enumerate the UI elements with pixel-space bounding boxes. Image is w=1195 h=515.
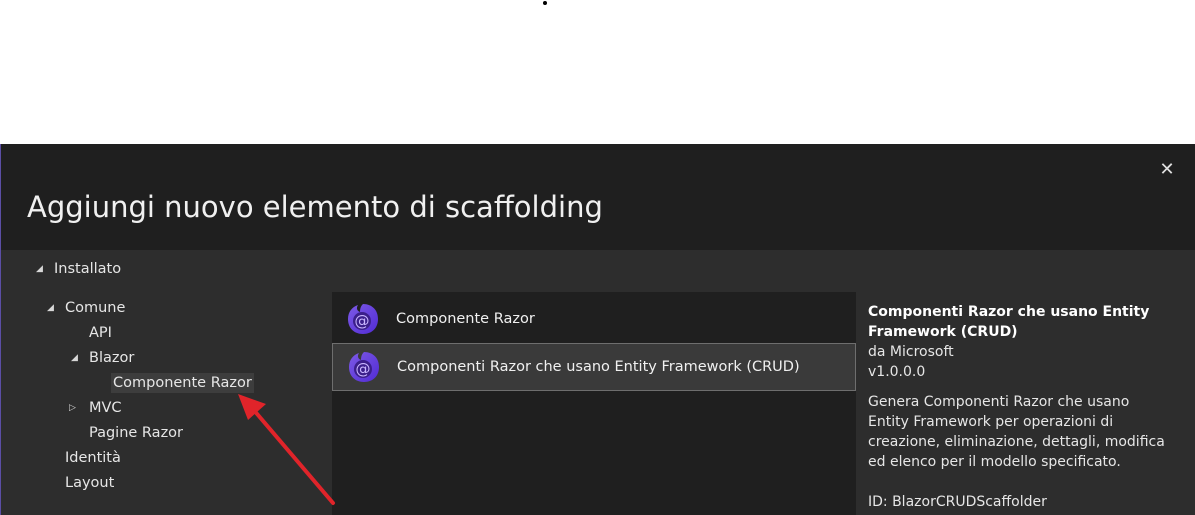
annotation-arrow	[238, 394, 335, 505]
